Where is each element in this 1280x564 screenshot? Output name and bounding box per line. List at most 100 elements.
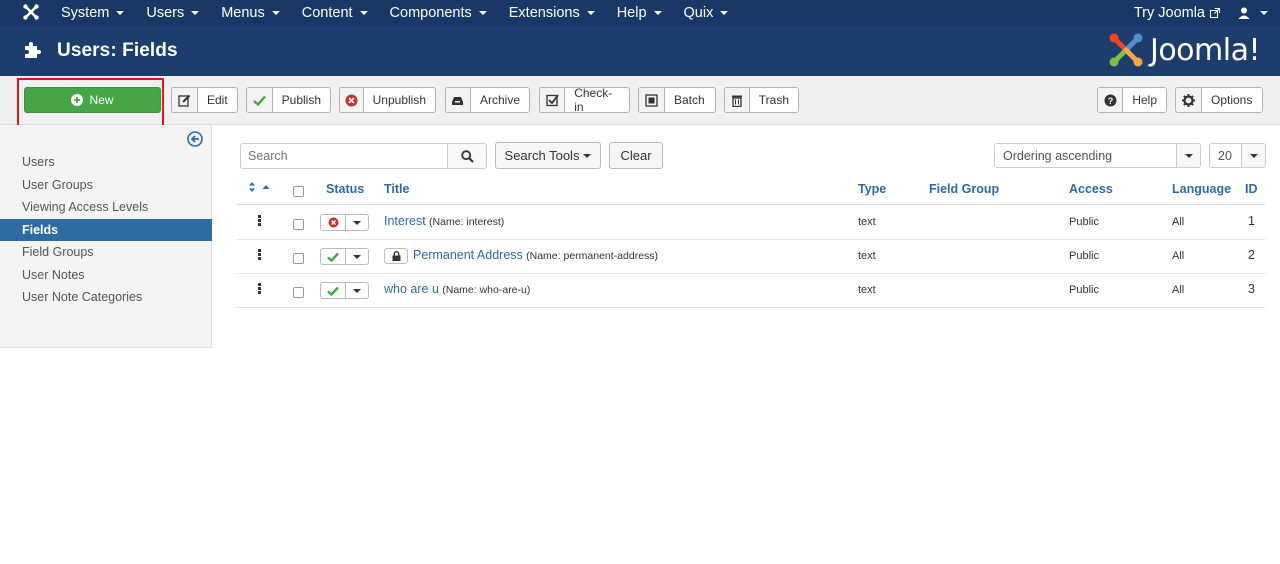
sidebar-item-users[interactable]: Users bbox=[0, 151, 212, 174]
row-checkbox[interactable] bbox=[293, 287, 304, 298]
id-cell: 3 bbox=[1248, 282, 1255, 296]
drag-handle-icon[interactable] bbox=[258, 249, 262, 261]
drag-handle-icon[interactable] bbox=[258, 283, 262, 295]
plus-circle-icon bbox=[71, 94, 84, 106]
column-field-group[interactable]: Field Group bbox=[929, 182, 999, 196]
column-status[interactable]: Status bbox=[326, 182, 364, 196]
search-icon bbox=[460, 149, 474, 163]
joomla-logo-icon bbox=[1109, 33, 1143, 67]
user-menu[interactable] bbox=[1238, 7, 1268, 19]
nav-menu-extensions[interactable]: Extensions bbox=[498, 5, 606, 21]
limit-select[interactable]: 20 bbox=[1209, 143, 1266, 168]
column-title[interactable]: Title bbox=[384, 182, 409, 196]
chevron-down-icon bbox=[271, 11, 280, 15]
checked-out-lock-button[interactable] bbox=[384, 248, 408, 264]
drag-handle-icon[interactable] bbox=[258, 215, 262, 227]
help-button-label: Help bbox=[1132, 93, 1157, 107]
search-button[interactable] bbox=[447, 143, 487, 169]
limit-value: 20 bbox=[1218, 148, 1232, 163]
table-row: Permanent Address (Name: permanent-addre… bbox=[237, 240, 1265, 274]
try-joomla-link[interactable]: Try Joomla bbox=[1134, 5, 1220, 21]
trash-button-label: Trash bbox=[758, 93, 789, 107]
help-button[interactable]: ? Help bbox=[1097, 87, 1167, 113]
row-checkbox[interactable] bbox=[293, 219, 304, 230]
select-all-checkbox[interactable] bbox=[293, 186, 304, 197]
user-icon bbox=[1238, 7, 1250, 19]
title-cell: Interest (Name: interest) bbox=[384, 214, 504, 228]
nav-menu-components[interactable]: Components bbox=[379, 5, 498, 21]
lock-icon bbox=[392, 251, 400, 261]
ordering-sort-icon[interactable] bbox=[249, 181, 275, 196]
nav-menu-content[interactable]: Content bbox=[291, 5, 379, 21]
nav-menu-label: Quix bbox=[683, 5, 714, 21]
archive-button-label: Archive bbox=[479, 93, 520, 107]
nav-menu-system[interactable]: System bbox=[50, 5, 135, 21]
chevron-down-icon bbox=[359, 11, 368, 15]
checkbox-icon bbox=[545, 93, 559, 106]
nav-menu-label: Users bbox=[146, 5, 185, 21]
nav-menu-quix[interactable]: Quix bbox=[673, 5, 740, 21]
sidebar-item-fields[interactable]: Fields bbox=[0, 218, 212, 241]
archive-button[interactable]: Archive bbox=[445, 87, 530, 113]
nav-menu-label: Help bbox=[616, 5, 647, 21]
puzzle-icon bbox=[25, 42, 41, 58]
field-name: (Name: who-are-u) bbox=[442, 284, 531, 296]
options-button[interactable]: Options bbox=[1175, 87, 1263, 113]
title-cell: who are u (Name: who-are-u) bbox=[384, 282, 530, 296]
language-cell: All bbox=[1172, 250, 1185, 262]
check-icon bbox=[253, 95, 266, 106]
archive-icon bbox=[452, 96, 464, 105]
search-tools-button[interactable]: Search Tools bbox=[495, 142, 601, 169]
nav-menu-help[interactable]: Help bbox=[606, 5, 673, 21]
publish-button[interactable]: Publish bbox=[246, 87, 331, 113]
id-cell: 1 bbox=[1248, 214, 1255, 228]
chevron-down-icon bbox=[191, 11, 200, 15]
ordering-select[interactable]: Ordering ascending bbox=[994, 143, 1201, 168]
edit-icon bbox=[178, 94, 191, 107]
new-button[interactable]: New bbox=[24, 87, 161, 113]
field-title-link[interactable]: Permanent Address bbox=[413, 248, 523, 262]
joomla-icon[interactable] bbox=[22, 3, 40, 21]
column-type[interactable]: Type bbox=[858, 182, 886, 196]
chevron-down-icon bbox=[1249, 153, 1258, 158]
check-icon bbox=[327, 286, 339, 296]
chevron-down-icon bbox=[353, 254, 361, 259]
status-toggle[interactable] bbox=[320, 282, 369, 299]
unpublish-button[interactable]: Unpublish bbox=[339, 87, 436, 113]
trash-button[interactable]: Trash bbox=[724, 87, 799, 113]
search-tools-label: Search Tools bbox=[504, 148, 580, 163]
row-checkbox[interactable] bbox=[293, 253, 304, 264]
column-language[interactable]: Language bbox=[1172, 182, 1231, 196]
clear-label: Clear bbox=[620, 148, 652, 163]
nav-menu-menus[interactable]: Menus bbox=[210, 5, 291, 21]
circle-arrow-left-icon[interactable] bbox=[187, 131, 203, 147]
nav-menu-users[interactable]: Users bbox=[135, 5, 210, 21]
sidebar-item-user-groups[interactable]: User Groups bbox=[0, 174, 212, 197]
sidebar: Users User Groups Viewing Access Levels Fie… bbox=[0, 125, 212, 348]
column-id[interactable]: ID bbox=[1245, 182, 1258, 196]
chevron-down-icon bbox=[353, 288, 361, 293]
column-access[interactable]: Access bbox=[1069, 182, 1113, 196]
page-title: Users: Fields bbox=[57, 40, 178, 61]
chevron-down-icon bbox=[1184, 153, 1193, 158]
gear-icon bbox=[1182, 93, 1195, 107]
sidebar-item-user-note-categories[interactable]: User Note Categories bbox=[0, 286, 212, 309]
chevron-down-icon bbox=[1260, 11, 1268, 15]
search-input[interactable] bbox=[240, 143, 448, 169]
edit-button[interactable]: Edit bbox=[171, 87, 238, 113]
nav-menu-label: Extensions bbox=[508, 5, 580, 21]
field-title-link[interactable]: Interest bbox=[384, 214, 426, 228]
table-row: who are u (Name: who-are-u) text Public All… bbox=[237, 274, 1265, 308]
status-toggle[interactable] bbox=[320, 248, 369, 265]
field-title-link[interactable]: who are u bbox=[384, 282, 439, 296]
batch-button[interactable]: Batch bbox=[638, 87, 716, 113]
sidebar-item-field-groups[interactable]: Field Groups bbox=[0, 241, 212, 264]
clear-button[interactable]: Clear bbox=[609, 142, 663, 169]
sidebar-item-viewing-access-levels[interactable]: Viewing Access Levels bbox=[0, 196, 212, 219]
new-button-label: New bbox=[89, 93, 114, 107]
square-icon bbox=[645, 93, 658, 107]
checkin-button[interactable]: Check-in bbox=[539, 86, 630, 114]
sidebar-item-user-notes[interactable]: User Notes bbox=[0, 264, 212, 287]
status-toggle[interactable] bbox=[320, 214, 369, 231]
times-circle-icon bbox=[345, 94, 358, 106]
